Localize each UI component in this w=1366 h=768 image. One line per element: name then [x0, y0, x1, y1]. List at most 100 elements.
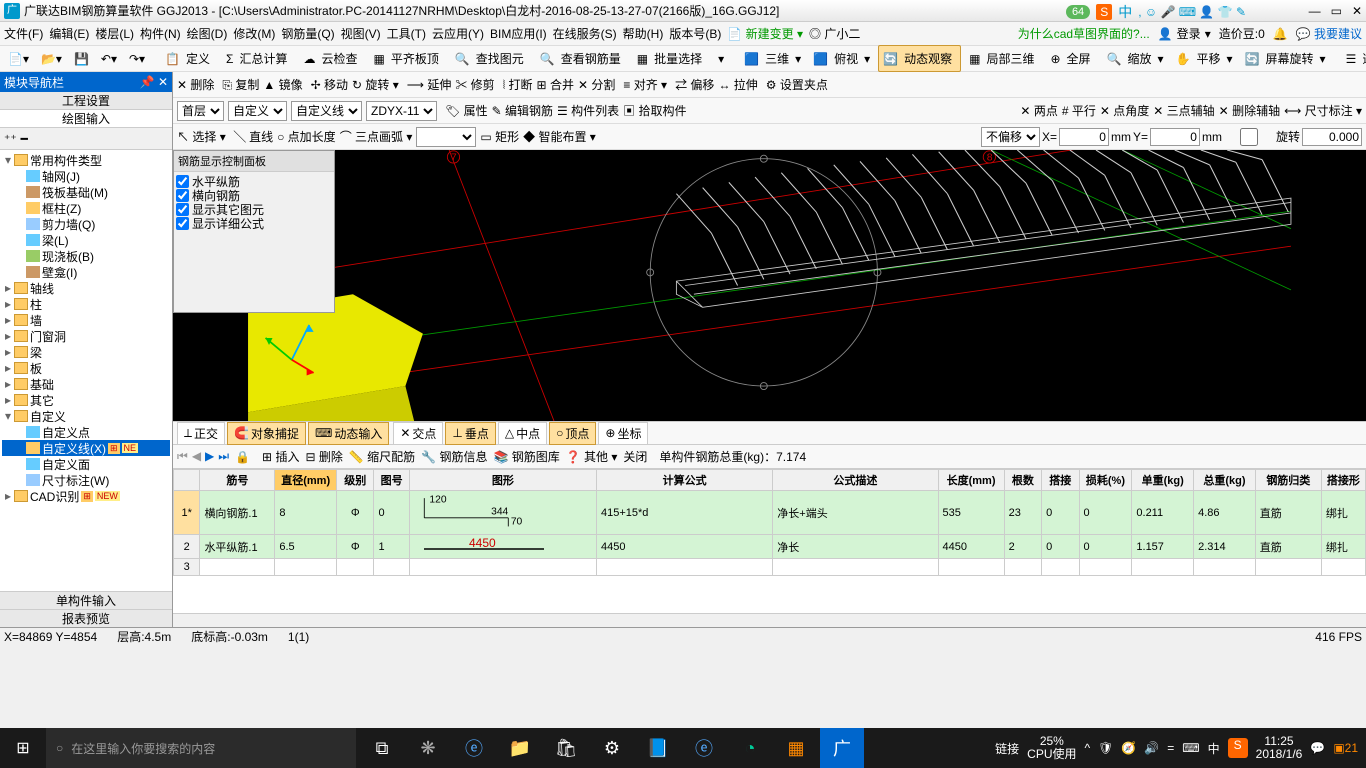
offset-mode-combo[interactable]: 不偏移 [981, 127, 1040, 147]
menu-help[interactable]: 帮助(H) [623, 25, 664, 42]
table-row[interactable]: 2 水平纵筋.1 6.5 Φ 1 4450 4450 净长 4450 2 [174, 535, 1366, 559]
th-name[interactable]: 筋号 [200, 470, 275, 491]
chk-other-elements[interactable] [176, 203, 189, 216]
nav-prev-icon[interactable]: ◀ [192, 449, 201, 464]
fullscreen-button[interactable]: ⊕ 全屏 [1046, 46, 1098, 71]
open-icon[interactable]: 📂▾ [37, 50, 66, 68]
th-figno[interactable]: 图号 [374, 470, 409, 491]
tree-slab[interactable]: 板 [30, 360, 42, 377]
menu-cloud[interactable]: 云应用(Y) [432, 25, 484, 42]
rotate-input[interactable] [1302, 128, 1362, 146]
arc-button[interactable]: ⌒ 三点画弧 ▾ [340, 128, 413, 145]
arc-combo[interactable] [416, 127, 476, 147]
three-point-axis-button[interactable]: ✕ 三点辅轴 [1153, 102, 1214, 119]
ie-icon[interactable]: ⓔ [682, 728, 726, 768]
rotate-checkbox[interactable] [1224, 128, 1274, 146]
bottom-tab-single[interactable]: 单构件输入 [0, 591, 172, 609]
tray-up-icon[interactable]: ^ [1085, 741, 1091, 755]
delete-row-button[interactable]: ⊟ 删除 [305, 448, 342, 465]
start-button[interactable]: ⊞ [0, 728, 46, 768]
th-class[interactable]: 钢筋归类 [1255, 470, 1321, 491]
property-button[interactable]: 🏷 属性 [445, 102, 488, 119]
redo-icon[interactable]: ↷▾ [125, 50, 149, 68]
taskview-icon[interactable]: ⧉ [360, 728, 404, 768]
menu-file[interactable]: 文件(F) [4, 25, 43, 42]
tree-cad[interactable]: CAD识别 [30, 488, 79, 505]
th-loss[interactable]: 损耗(%) [1079, 470, 1132, 491]
close-panel-button[interactable]: 关闭 [623, 448, 647, 465]
stretch-button[interactable]: ↔ 拉伸 [718, 76, 757, 93]
tree-wall[interactable]: 墙 [30, 312, 42, 329]
tree-axisnet[interactable]: 轴网(J) [42, 168, 80, 185]
delete-axis-button[interactable]: ✕ 删除辅轴 [1219, 102, 1280, 119]
collapse-tool-icon[interactable]: ━ [21, 132, 28, 146]
app-orange-icon[interactable]: ▦ [774, 728, 818, 768]
inter-toggle[interactable]: ✕ 交点 [393, 422, 443, 445]
dropdown-icon[interactable]: ▾ [714, 50, 728, 68]
tray-badge[interactable]: ▣21 [1333, 741, 1358, 755]
table-row[interactable]: 3 [174, 559, 1366, 576]
close-button[interactable]: ✕ [1352, 4, 1362, 18]
word-icon[interactable]: 📘 [636, 728, 680, 768]
pick-component-button[interactable]: ▣ 拾取构件 [623, 102, 686, 119]
break-button[interactable]: ⦚ 打断 [503, 76, 533, 93]
y-input[interactable] [1150, 128, 1200, 146]
rebar-display-panel[interactable]: 钢筋显示控制面板 水平纵筋 横向钢筋 显示其它图元 显示详细公式 [173, 150, 335, 313]
question-link[interactable]: 为什么cad草图界面的?... [1018, 25, 1150, 42]
flat-top-button[interactable]: ▦ 平齐板顶 [369, 46, 446, 71]
tree-dimnote[interactable]: 尺寸标注(W) [42, 472, 109, 489]
new-icon[interactable]: 📄▾ [4, 50, 33, 68]
store-icon[interactable]: 🛍 [544, 728, 588, 768]
sogou-tray-icon[interactable]: S [1228, 738, 1248, 758]
dyninput-toggle[interactable]: ⌨ 动态输入 [308, 422, 389, 445]
table-row[interactable]: 1* 横向钢筋.1 8 Φ 0 120 344 70 [174, 491, 1366, 535]
floor-combo[interactable]: 首层 [177, 101, 224, 121]
mirror-button[interactable]: ▲ 镜像 [263, 76, 302, 93]
app-current-icon[interactable]: 广 [820, 728, 864, 768]
merge-button[interactable]: ⊞ 合并 [537, 76, 574, 93]
new-change-button[interactable]: 📄 新建变更 ▾ [727, 25, 803, 42]
define-button[interactable]: 📋 定义 [161, 46, 218, 71]
clock[interactable]: 11:252018/1/6 [1256, 735, 1303, 761]
bottom-tab-report[interactable]: 报表预览 [0, 609, 172, 627]
menu-view[interactable]: 视图(V) [341, 25, 381, 42]
tree-customline[interactable]: 自定义线(X) [42, 440, 106, 457]
link-label[interactable]: 链接 [995, 740, 1019, 757]
sogou-ime-icon[interactable]: S [1096, 4, 1112, 20]
rect-button[interactable]: ▭ 矩形 [480, 128, 519, 145]
edit-rebar-button[interactable]: ✎ 编辑钢筋 [492, 102, 553, 119]
settings-icon[interactable]: ⚙ [590, 728, 634, 768]
tree-opening[interactable]: 门窗洞 [30, 328, 66, 345]
component-list-button[interactable]: ☰ 构件列表 [557, 102, 619, 119]
pan-button[interactable]: ✋ 平移 ▾ [1172, 46, 1237, 71]
nav-first-icon[interactable]: ⏮ [177, 449, 188, 464]
horizontal-scrollbar[interactable] [173, 613, 1366, 627]
ime-mode-icon[interactable]: 中 [1118, 2, 1132, 22]
type-combo[interactable]: 自定义线 [291, 101, 362, 121]
scale-button[interactable]: 📏 缩尺配筋 [349, 448, 415, 465]
nav-last-icon[interactable]: ⏭ [218, 449, 229, 464]
screen-rotate-button[interactable]: 🔄 屏幕旋转 ▾ [1241, 46, 1330, 71]
select-tool-button[interactable]: ↖ 选择 ▾ [177, 128, 226, 145]
save-icon[interactable]: 💾 [70, 50, 93, 68]
menu-modify[interactable]: 修改(M) [233, 25, 275, 42]
ime-tray-icon[interactable]: 中 [1208, 740, 1220, 757]
tree-customface[interactable]: 自定义面 [42, 456, 90, 473]
assistant-button[interactable]: ◎ 广小二 [809, 25, 860, 42]
sum-button[interactable]: Σ 汇总计算 [222, 46, 295, 71]
element-combo[interactable]: ZDYX-11 [366, 101, 437, 121]
smart-layout-button[interactable]: ◆ 智能布置 ▾ [523, 128, 596, 145]
menu-version[interactable]: 版本号(B) [669, 25, 721, 42]
zoom-button[interactable]: 🔍 缩放 ▾ [1103, 46, 1168, 71]
fixpoint-button[interactable]: ⚙ 设置夹点 [766, 76, 828, 93]
tree-raft[interactable]: 筏板基础(M) [42, 184, 108, 201]
tree-other[interactable]: 其它 [30, 392, 54, 409]
undo-icon[interactable]: ↶▾ [97, 50, 121, 68]
expand-tool-icon[interactable]: ⁺⁺ [4, 132, 17, 146]
notify-icon[interactable]: 🔔 [1273, 27, 1288, 41]
chk-transverse[interactable] [176, 189, 189, 202]
local-3d-button[interactable]: ▦ 局部三维 [965, 46, 1042, 71]
network-icon[interactable]: 🧭 [1121, 741, 1136, 755]
th-length[interactable]: 长度(mm) [938, 470, 1004, 491]
th-shape[interactable]: 图形 [409, 470, 596, 491]
